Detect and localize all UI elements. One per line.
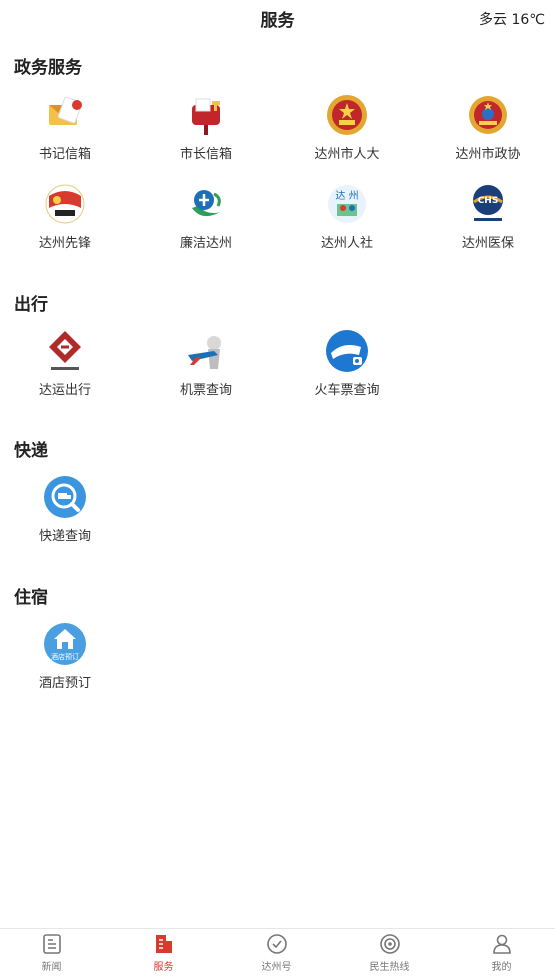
item-label: 市长信箱: [179, 147, 232, 162]
tab-service[interactable]: 服务: [108, 933, 219, 973]
item-label: 快递查询: [38, 529, 91, 544]
item-label: 达州医保: [461, 236, 514, 251]
service-item-npc[interactable]: 达州市人大: [287, 93, 407, 162]
section-title-lodging: 住宿: [14, 588, 48, 608]
mail-envelope-icon: [43, 93, 87, 137]
social-security-logo-icon: 达 州: [325, 182, 369, 226]
service-item-dazhou-hr[interactable]: 达 州 达州人社: [287, 182, 407, 251]
item-label: 酒店预订: [38, 676, 91, 691]
service-item-dazhou-pioneer[interactable]: 达州先锋: [5, 182, 125, 251]
airplane-icon: [184, 329, 228, 373]
mailbox-icon: [184, 93, 228, 137]
section-title-travel: 出行: [14, 295, 48, 315]
news-icon: [41, 933, 63, 955]
tab-news[interactable]: 新闻: [0, 933, 107, 973]
train-icon: [325, 329, 369, 373]
bottom-tab-bar: 新闻 服务 达州号 民生热线 我的: [0, 928, 555, 976]
national-emblem-icon: [325, 93, 369, 137]
user-icon: [491, 933, 513, 955]
service-item-dayun-travel[interactable]: 达运出行: [5, 329, 125, 398]
section-title-government: 政务服务: [14, 58, 82, 78]
service-item-express-query[interactable]: 快递查询: [5, 475, 125, 544]
tab-label: 达州号: [261, 962, 292, 973]
tab-label: 服务: [153, 962, 174, 973]
service-item-clean-dazhou[interactable]: 廉洁达州: [146, 182, 266, 251]
tab-label: 我的: [491, 962, 512, 973]
clean-governance-logo-icon: [184, 182, 228, 226]
header: 服务 多云 16℃: [0, 0, 555, 36]
tab-mine[interactable]: 我的: [446, 933, 555, 973]
service-item-mayor-mailbox[interactable]: 市长信箱: [146, 93, 266, 162]
service-icon: [153, 933, 175, 955]
item-label: 书记信箱: [38, 147, 91, 162]
item-label: 达州市政协: [455, 147, 521, 162]
item-label: 达州先锋: [38, 236, 91, 251]
service-item-dazhou-medical[interactable]: CHS 达州医保: [428, 182, 548, 251]
page-title: 服务: [260, 11, 295, 31]
hotel-icon-text: 酒店预订: [51, 652, 79, 661]
check-circle-icon: [266, 933, 288, 955]
tab-label: 新闻: [41, 962, 62, 973]
weather-info: 多云 16℃: [479, 12, 545, 28]
target-icon: [379, 933, 401, 955]
transport-logo-icon: [43, 329, 87, 373]
svg-text:达 州: 达 州: [335, 190, 358, 202]
tab-dazhou-hao[interactable]: 达州号: [221, 933, 332, 973]
item-label: 达运出行: [38, 383, 91, 398]
item-label: 机票查询: [179, 383, 232, 398]
medical-insurance-logo-icon: CHS: [466, 182, 510, 226]
hotel-booking-icon: 酒店预订: [43, 622, 87, 666]
party-flag-icon: [43, 182, 87, 226]
svg-text:CHS: CHS: [478, 196, 499, 206]
service-item-secretary-mailbox[interactable]: 书记信箱: [5, 93, 125, 162]
section-title-express: 快递: [14, 441, 48, 461]
service-item-cppcc[interactable]: 达州市政协: [428, 93, 548, 162]
tab-hotline[interactable]: 民生热线: [334, 933, 445, 973]
service-item-train-query[interactable]: 火车票查询: [287, 329, 407, 398]
service-item-flight-query[interactable]: 机票查询: [146, 329, 266, 398]
item-label: 廉洁达州: [179, 236, 232, 251]
item-label: 达州市人大: [314, 147, 380, 162]
cppcc-emblem-icon: [466, 93, 510, 137]
item-label: 达州人社: [320, 236, 373, 251]
item-label: 火车票查询: [314, 383, 380, 398]
delivery-search-icon: [43, 475, 87, 519]
tab-label: 民生热线: [369, 962, 410, 973]
service-item-hotel-booking[interactable]: 酒店预订 酒店预订: [5, 622, 125, 691]
